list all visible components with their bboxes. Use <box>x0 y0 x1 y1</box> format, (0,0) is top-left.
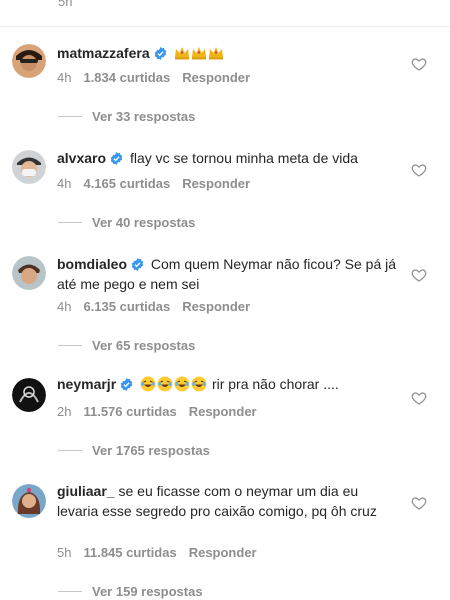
reply-button[interactable]: Responder <box>182 299 250 314</box>
heart-icon[interactable] <box>411 162 427 178</box>
heart-icon[interactable] <box>411 267 427 283</box>
comment-time: 4h <box>57 299 72 314</box>
crown-icon <box>208 45 224 61</box>
view-replies-button[interactable]: Ver 40 respostas <box>58 215 195 230</box>
replies-line <box>58 116 82 117</box>
comment-username[interactable]: neymarjr <box>57 376 116 392</box>
reply-button[interactable]: Responder <box>182 70 250 85</box>
reply-button[interactable]: Responder <box>189 545 257 560</box>
comment-time: 5h <box>57 545 72 560</box>
avatar[interactable] <box>12 484 46 518</box>
view-replies-button[interactable]: Ver 33 respostas <box>58 109 195 124</box>
likes-count[interactable]: 4.165 curtidas <box>83 176 170 191</box>
comment-time: 4h <box>57 176 72 191</box>
comment-text: flay vc se tornou minha meta de vida <box>129 150 358 166</box>
divider <box>0 26 450 27</box>
replies-line <box>58 222 82 223</box>
replies-line <box>58 345 82 346</box>
verified-icon <box>120 378 133 391</box>
comment-time: 4h <box>57 70 72 85</box>
comment-text: rir pra não chorar .... <box>211 376 339 392</box>
comment-username[interactable]: matmazzafera <box>57 45 150 61</box>
avatar[interactable] <box>12 256 46 290</box>
likes-count[interactable]: 11.845 curtidas <box>83 545 176 560</box>
avatar[interactable] <box>12 378 46 412</box>
avatar[interactable] <box>12 150 46 184</box>
view-replies-button[interactable]: Ver 1765 respostas <box>58 443 210 458</box>
heart-icon[interactable] <box>411 495 427 511</box>
laughing-emoji-icon <box>140 376 156 392</box>
verified-icon <box>154 47 167 60</box>
likes-count[interactable]: 11.576 curtidas <box>83 404 176 419</box>
view-replies-button[interactable]: Ver 159 respostas <box>58 584 203 599</box>
replies-line <box>58 591 82 592</box>
laughing-emoji-icon <box>191 376 207 392</box>
avatar[interactable] <box>12 44 46 78</box>
heart-icon[interactable] <box>411 390 427 406</box>
verified-icon <box>131 258 144 271</box>
verified-icon <box>110 152 123 165</box>
crown-icon <box>174 45 190 61</box>
laughing-emoji-icon <box>157 376 173 392</box>
comment-username[interactable]: giuliaar_ <box>57 483 115 499</box>
reply-button[interactable]: Responder <box>189 404 257 419</box>
reply-button[interactable]: Responder <box>182 176 250 191</box>
replies-line <box>58 450 82 451</box>
comment-time: 2h <box>57 404 72 419</box>
comment-username[interactable]: alvxaro <box>57 150 106 166</box>
likes-count[interactable]: 1.834 curtidas <box>83 70 170 85</box>
likes-count[interactable]: 6.135 curtidas <box>83 299 170 314</box>
laughing-emoji-icon <box>174 376 190 392</box>
crown-icon <box>191 45 207 61</box>
comment-username[interactable]: bomdialeo <box>57 256 127 272</box>
heart-icon[interactable] <box>411 56 427 72</box>
previous-comment-time: 5h <box>58 0 73 9</box>
view-replies-button[interactable]: Ver 65 respostas <box>58 338 195 353</box>
